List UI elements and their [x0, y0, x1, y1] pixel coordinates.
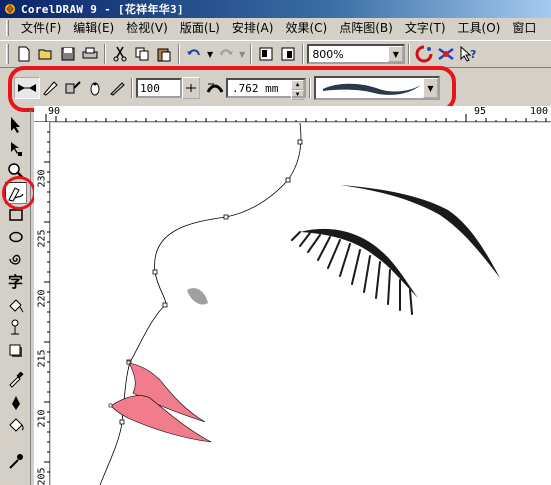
- export-button[interactable]: [277, 43, 299, 65]
- redo-button[interactable]: [215, 43, 237, 65]
- open-icon: [38, 49, 52, 60]
- menu-arrange[interactable]: 安排(A): [226, 19, 280, 37]
- undo-dropdown-icon[interactable]: ▼: [207, 50, 213, 59]
- eyedropper-tool[interactable]: [5, 368, 27, 390]
- toolbar-separator: [408, 44, 411, 64]
- copy-icon: [135, 47, 149, 61]
- interactive-fill-icon: [9, 299, 24, 313]
- shape-tool[interactable]: [5, 138, 27, 160]
- eyelashes: [291, 231, 413, 315]
- ruler-label: 100: [530, 106, 549, 117]
- blend-tool-icon: [11, 319, 19, 335]
- menu-file[interactable]: 文件(F): [15, 19, 67, 37]
- menu-layout[interactable]: 版面(L): [174, 19, 226, 37]
- toolbar-separator: [250, 44, 253, 64]
- text-tool[interactable]: 字: [5, 270, 27, 292]
- export-icon: [281, 47, 295, 61]
- ruler-label: 95: [474, 106, 487, 117]
- standard-toolbar: ▼ ▼ 800% ▼ ?: [0, 40, 551, 68]
- svg-text:字: 字: [8, 273, 23, 290]
- nostril-shape: [187, 288, 208, 305]
- toolbar-separator: [178, 44, 180, 64]
- shadow-tool-icon: [9, 344, 22, 357]
- ellipse-tool[interactable]: [5, 226, 27, 248]
- interactive-blend-tool[interactable]: [5, 316, 27, 338]
- title-bar: CorelDRAW 9 - [花祥年华3]: [0, 0, 551, 18]
- application-launcher-button[interactable]: [413, 43, 435, 65]
- cut-button[interactable]: [109, 43, 131, 65]
- whats-this-help-button[interactable]: ?: [457, 43, 479, 65]
- menu-effects[interactable]: 效果(C): [279, 19, 333, 37]
- print-button[interactable]: [79, 43, 101, 65]
- fill-tool[interactable]: [5, 414, 27, 436]
- new-icon: [18, 46, 30, 62]
- vertical-ruler[interactable]: 230 225 220 215 210 205: [34, 122, 50, 485]
- fill-tool-icon: [9, 418, 24, 432]
- open-button[interactable]: [35, 43, 57, 65]
- menu-edit[interactable]: 编辑(E): [67, 19, 120, 37]
- horizontal-ruler[interactable]: 90 95 100: [34, 106, 551, 122]
- ruler-label: 205: [36, 467, 48, 485]
- text-tool-icon: 字: [8, 273, 23, 290]
- eyedropper-icon: [9, 371, 24, 388]
- face-drawing: [99, 123, 500, 485]
- toolbar-separator: [104, 44, 106, 64]
- ruler-label: 210: [36, 409, 48, 428]
- undo-button[interactable]: [183, 43, 205, 65]
- help-icon: ?: [460, 45, 477, 62]
- menu-bar: 文件(F) 编辑(E) 检视(V) 版面(L) 安排(A) 效果(C) 点阵图(…: [0, 18, 551, 38]
- print-icon: [82, 47, 98, 59]
- shadow-tool[interactable]: [5, 340, 27, 362]
- import-button[interactable]: [255, 43, 277, 65]
- interactive-fill-tool[interactable]: [5, 294, 27, 316]
- paste-icon: [157, 48, 171, 62]
- menubar-grip[interactable]: [6, 20, 9, 36]
- ruler-label: 215: [36, 349, 48, 368]
- ellipse-tool-icon: [9, 231, 23, 243]
- eyedropper-icon: [9, 454, 23, 469]
- save-button[interactable]: [57, 43, 79, 65]
- zoom-level-value: 800%: [312, 47, 344, 61]
- copy-button[interactable]: [131, 43, 153, 65]
- pick-tool[interactable]: [5, 114, 27, 136]
- shape-tool-icon: [11, 142, 22, 156]
- ruler-label: 220: [36, 289, 48, 308]
- save-icon: [61, 47, 75, 61]
- toolbox: 字: [0, 110, 31, 485]
- zoom-level-combo[interactable]: 800% ▼: [307, 44, 406, 64]
- corel-logo-icon: [415, 45, 433, 63]
- spiral-tool[interactable]: [5, 248, 27, 270]
- redo-icon: [220, 49, 234, 56]
- undo-icon: [187, 49, 200, 56]
- menu-window[interactable]: 窗口: [506, 19, 542, 37]
- new-button[interactable]: [13, 43, 35, 65]
- freehand-tool-highlight: [2, 176, 36, 210]
- toolbar-grip[interactable]: [6, 44, 9, 64]
- ruler-label: 225: [36, 229, 48, 248]
- eyedropper-tool-2[interactable]: [5, 450, 27, 472]
- menu-tools[interactable]: 工具(O): [452, 19, 507, 37]
- outline-pen-icon: [12, 396, 20, 410]
- import-icon: [259, 47, 273, 61]
- redo-dropdown-icon[interactable]: ▼: [239, 50, 245, 59]
- chevron-down-icon[interactable]: ▼: [388, 46, 404, 62]
- ruler-label: 230: [36, 169, 48, 188]
- menu-bitmaps[interactable]: 点阵图(B): [333, 19, 399, 37]
- toolbar-separator: [302, 44, 305, 64]
- menu-view[interactable]: 检视(V): [120, 19, 174, 37]
- cut-icon: [113, 46, 127, 62]
- pick-tool-icon: [11, 117, 20, 133]
- eyebrow-stroke: [340, 185, 500, 278]
- window-title: CorelDRAW 9 - [花祥年华3]: [21, 3, 184, 16]
- menu-text[interactable]: 文字(T): [399, 19, 452, 37]
- drawing-canvas[interactable]: [51, 123, 551, 485]
- paste-button[interactable]: [153, 43, 175, 65]
- coreldraw-app-icon[interactable]: [3, 2, 17, 16]
- svg-text:?: ?: [470, 48, 476, 61]
- corel-online-button[interactable]: [435, 43, 457, 65]
- ruler-label: 90: [48, 106, 61, 117]
- outline-tool[interactable]: [5, 392, 27, 414]
- corel-online-icon: [438, 47, 455, 61]
- spiral-tool-icon: [9, 254, 21, 265]
